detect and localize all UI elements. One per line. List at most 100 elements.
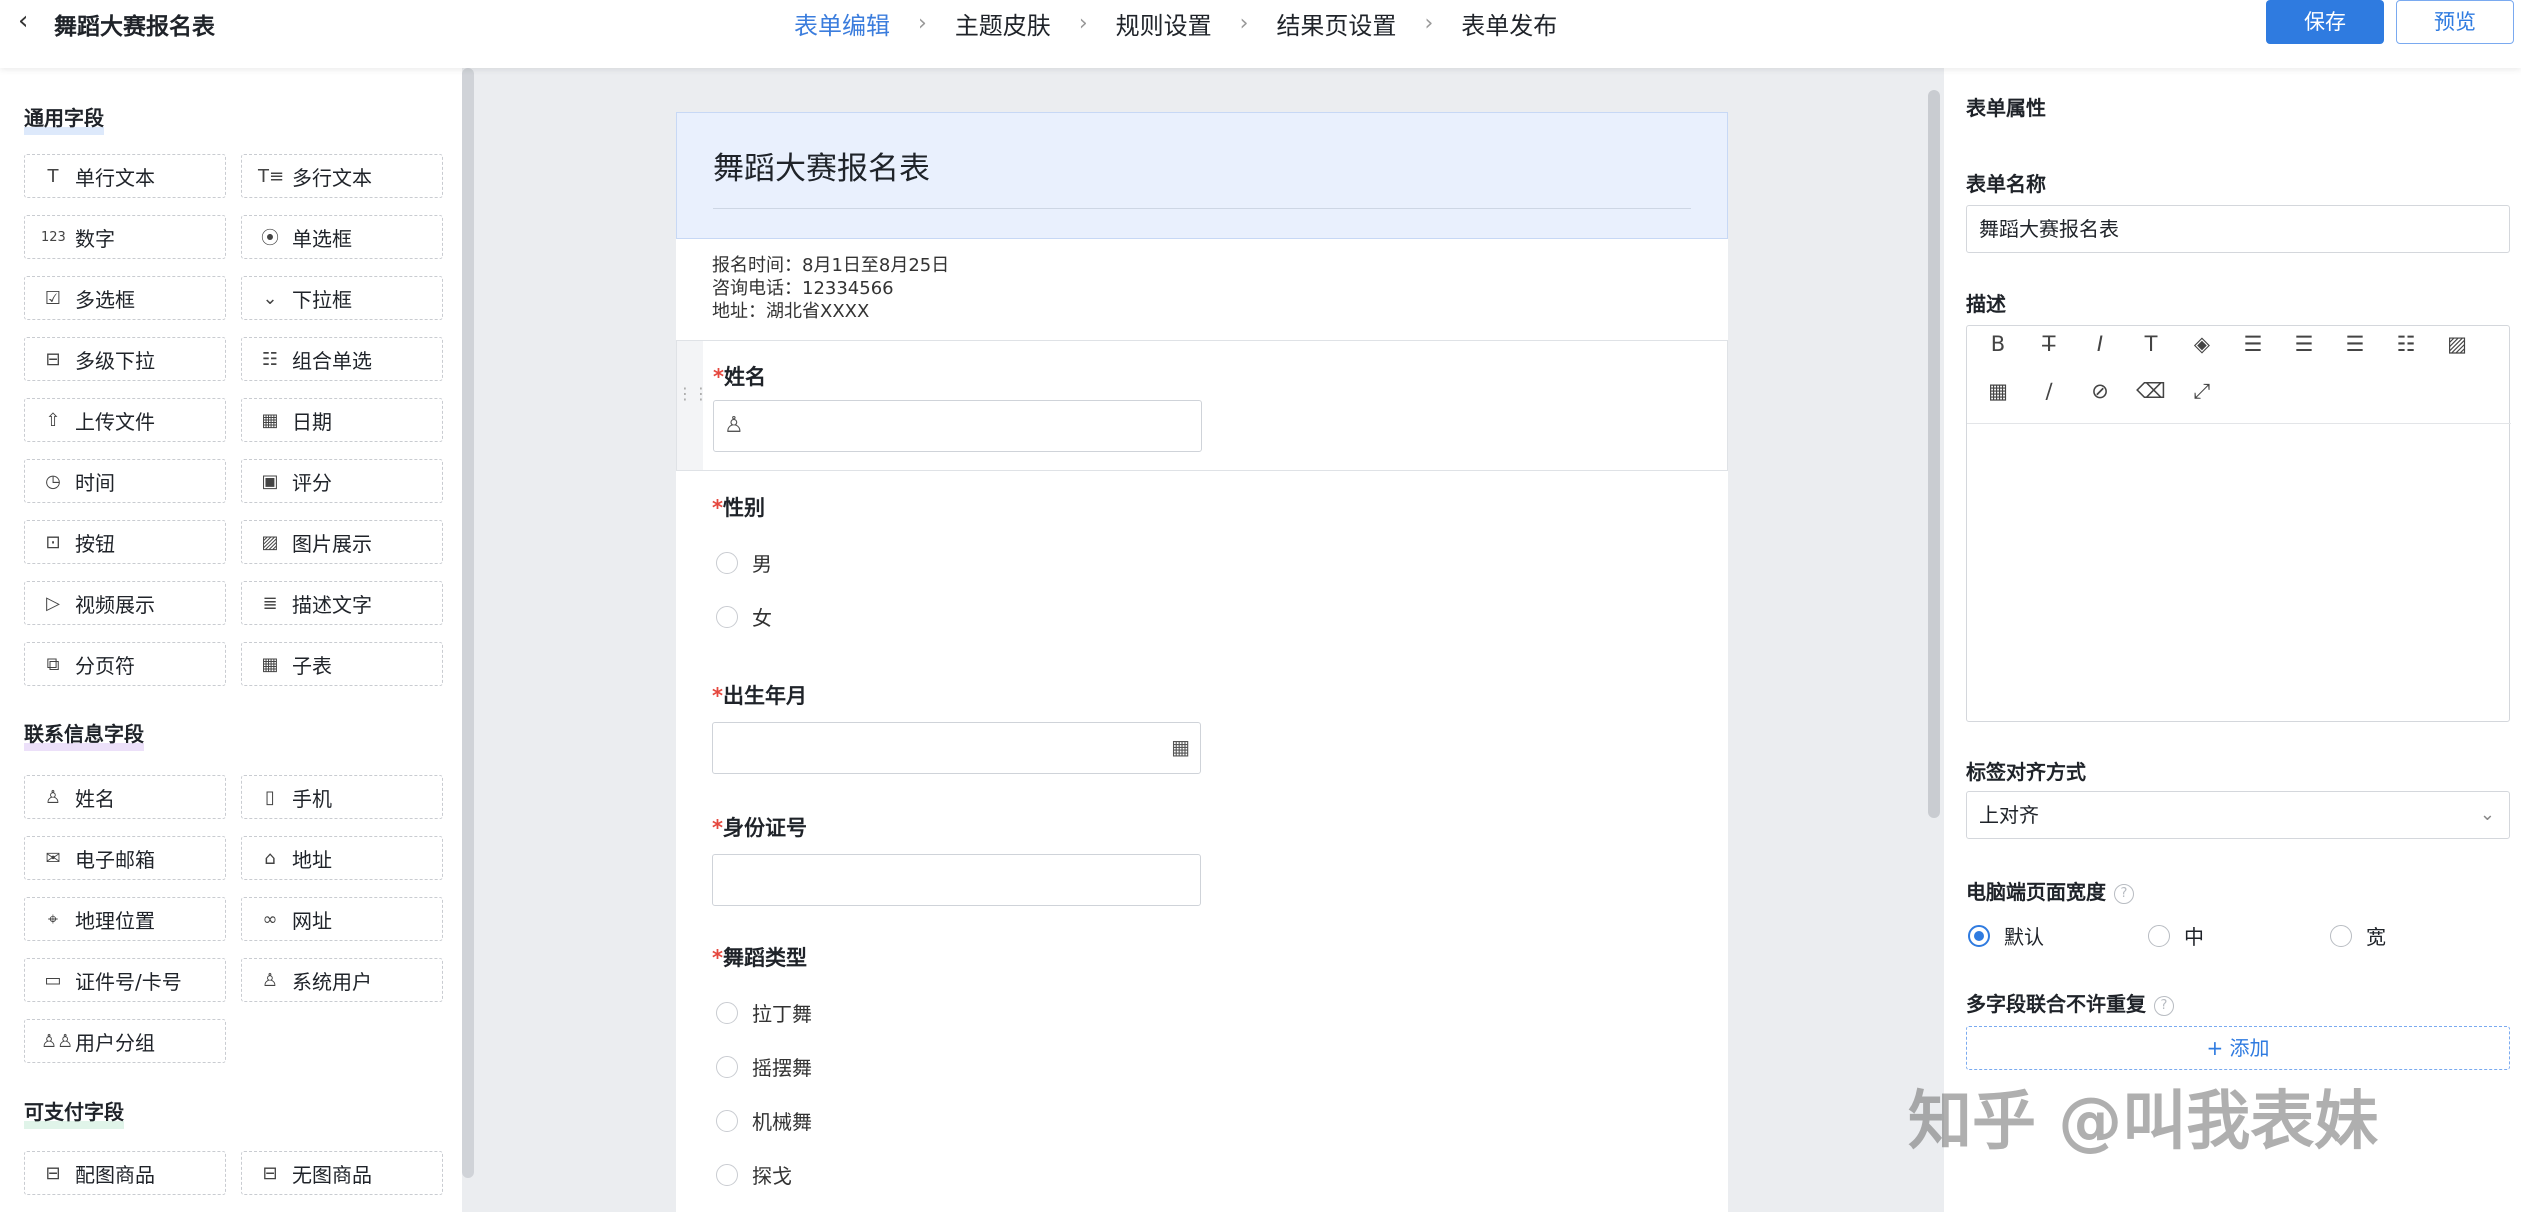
form-canvas: 舞蹈大赛报名表 报名时间：8月1日至8月25日 咨询电话：12334566 地址… xyxy=(676,112,1728,1212)
step-form-publish[interactable]: 表单发布 xyxy=(1461,6,1557,41)
properties-panel: 表单属性 表单名称 舞蹈大赛报名表 描述 B T̶ I T ◈ ☰ ☰ ☰ ☷ ▨ ▦ ∕ ⊘ ⌫ ⤢ 标签… xyxy=(1944,68,2521,1212)
field-item[interactable]: ⊟ 多级下拉 xyxy=(24,337,226,381)
italic-icon[interactable]: I xyxy=(2085,329,2115,359)
combo-radio-icon: ☷ xyxy=(261,348,279,370)
field-item[interactable]: ⊡ 按钮 xyxy=(24,520,226,564)
field-item[interactable]: ♙ 系统用户 xyxy=(241,958,443,1002)
field-item[interactable]: ⊟ 无图商品 xyxy=(241,1151,443,1195)
field-item[interactable]: T≡ 多行文本 xyxy=(241,154,443,198)
step-result-page[interactable]: 结果页设置 xyxy=(1276,6,1396,41)
field-item[interactable]: ▯ 手机 xyxy=(241,775,443,819)
radio-circle[interactable] xyxy=(716,605,738,628)
unlink-icon[interactable]: ⊘ xyxy=(2085,376,2115,406)
form-name-input[interactable]: 舞蹈大赛报名表 xyxy=(1966,205,2510,253)
radio-option[interactable]: 摇摆舞 xyxy=(716,1052,812,1081)
field-item[interactable]: ⌄ 下拉框 xyxy=(241,276,443,320)
field-item[interactable]: ▦ 日期 xyxy=(241,398,443,442)
step-rule-settings[interactable]: 规则设置 xyxy=(1116,6,1212,41)
step-theme-skin[interactable]: 主题皮肤 xyxy=(955,6,1051,41)
align-center-icon[interactable]: ☰ xyxy=(2289,329,2319,359)
name-input[interactable]: ♙ xyxy=(713,400,1202,452)
birth-date-input[interactable]: ▦ xyxy=(712,722,1201,774)
radio-option[interactable]: 男 xyxy=(716,548,772,577)
field-label: 地理位置 xyxy=(75,908,155,933)
radio-circle[interactable] xyxy=(1968,924,1990,947)
field-item[interactable]: ✉ 电子邮箱 xyxy=(24,836,226,880)
field-item[interactable]: ▷ 视频展示 xyxy=(24,581,226,625)
radio-option[interactable]: 女 xyxy=(716,602,772,631)
radio-circle[interactable] xyxy=(716,1055,738,1078)
preview-button[interactable]: 预览 xyxy=(2396,0,2514,44)
table-icon[interactable]: ▦ xyxy=(1983,376,2013,406)
radio-option[interactable]: 探戈 xyxy=(716,1160,792,1189)
width-option-wide[interactable]: 宽 xyxy=(2330,921,2386,950)
field-item[interactable]: ▨ 图片展示 xyxy=(241,520,443,564)
field-item[interactable]: 123 数字 xyxy=(24,215,226,259)
field-item[interactable]: ∞ 网址 xyxy=(241,897,443,941)
single-line-text-icon: T xyxy=(47,165,59,187)
help-icon[interactable]: ? xyxy=(2114,884,2134,904)
step-form-edit[interactable]: 表单编辑 xyxy=(794,6,890,41)
width-option-medium[interactable]: 中 xyxy=(2148,921,2204,950)
width-label: 电脑端页面宽度? xyxy=(1966,876,2134,905)
image-icon[interactable]: ▨ xyxy=(2442,329,2472,359)
field-item[interactable]: ▦ 子表 xyxy=(241,642,443,686)
calendar-icon[interactable]: ▦ xyxy=(1171,735,1190,759)
field-item[interactable]: ☑ 多选框 xyxy=(24,276,226,320)
radio-circle[interactable] xyxy=(716,1109,738,1132)
radio-circle[interactable] xyxy=(716,1163,738,1186)
field-item[interactable]: T 单行文本 xyxy=(24,154,226,198)
field-item[interactable]: ☷ 组合单选 xyxy=(241,337,443,381)
chevron-right-icon: › xyxy=(918,11,927,36)
system-user-icon: ♙ xyxy=(261,969,279,991)
align-right-icon[interactable]: ☰ xyxy=(2340,329,2370,359)
list-icon[interactable]: ☷ xyxy=(2391,329,2421,359)
field-item[interactable]: ♙ 姓名 xyxy=(24,775,226,819)
strikethrough-icon[interactable]: T xyxy=(2136,329,2166,359)
radio-circle[interactable] xyxy=(2330,924,2352,947)
field-item[interactable]: ♙♙ 用户分组 xyxy=(24,1019,226,1063)
field-item[interactable]: ⊟ 配图商品 xyxy=(24,1151,226,1195)
clear-format-icon[interactable]: T̶ xyxy=(2034,329,2064,359)
question-name[interactable]: ⋮⋮ *姓名 ♙ xyxy=(676,340,1728,471)
radio-circle[interactable] xyxy=(2148,924,2170,947)
product-image-icon: ⊟ xyxy=(45,1162,61,1184)
help-icon[interactable]: ? xyxy=(2154,996,2174,1016)
field-item[interactable]: ⇧ 上传文件 xyxy=(24,398,226,442)
radio-option[interactable]: 拉丁舞 xyxy=(716,998,812,1027)
form-header[interactable]: 舞蹈大赛报名表 xyxy=(676,112,1728,239)
radio-option[interactable]: 机械舞 xyxy=(716,1106,812,1135)
align-left-icon[interactable]: ☰ xyxy=(2238,329,2268,359)
radio-circle[interactable] xyxy=(716,551,738,574)
field-item[interactable]: ≣ 描述文字 xyxy=(241,581,443,625)
field-item[interactable]: ▣ 评分 xyxy=(241,459,443,503)
link-icon[interactable]: ∕ xyxy=(2034,376,2064,406)
field-item[interactable]: ⌂ 地址 xyxy=(241,836,443,880)
question-label: *性别 xyxy=(712,496,765,520)
radio-circle[interactable] xyxy=(716,1001,738,1024)
section-title: 通用字段 xyxy=(24,102,104,135)
align-select[interactable]: 上对齐 ⌄ xyxy=(1966,791,2510,839)
fill-color-icon[interactable]: ◈ xyxy=(2187,329,2217,359)
canvas-scrollbar[interactable] xyxy=(1928,90,1940,818)
field-item[interactable]: ◷ 时间 xyxy=(24,459,226,503)
bold-icon[interactable]: B xyxy=(1983,329,2013,359)
width-option-default[interactable]: 默认 xyxy=(1968,921,2044,950)
field-item[interactable]: ⦿ 单选框 xyxy=(241,215,443,259)
fullscreen-icon[interactable]: ⤢ xyxy=(2187,376,2217,406)
field-item[interactable]: ⌖ 地理位置 xyxy=(24,897,226,941)
id-number-input[interactable] xyxy=(712,854,1201,906)
chevron-left-icon[interactable]: ‹ xyxy=(18,6,28,36)
field-item[interactable]: ▭ 证件号/卡号 xyxy=(24,958,226,1002)
section-title: 联系信息字段 xyxy=(24,718,144,751)
left-scrollbar[interactable] xyxy=(462,68,474,1178)
form-description[interactable]: 报名时间：8月1日至8月25日 咨询电话：12334566 地址：湖北省XXXX xyxy=(712,254,949,323)
field-item[interactable]: ⧉ 分页符 xyxy=(24,642,226,686)
drag-handle-icon[interactable]: ⋮⋮ xyxy=(677,341,709,470)
image-icon: ▨ xyxy=(261,531,279,553)
watermark: 知乎 @叫我表妹 xyxy=(1908,1085,2379,1159)
add-button[interactable]: + 添加 xyxy=(1966,1026,2510,1070)
eraser-icon[interactable]: ⌫ xyxy=(2136,376,2166,406)
save-button[interactable]: 保存 xyxy=(2266,0,2384,44)
description-editor[interactable]: B T̶ I T ◈ ☰ ☰ ☰ ☷ ▨ ▦ ∕ ⊘ ⌫ ⤢ xyxy=(1966,325,2511,722)
